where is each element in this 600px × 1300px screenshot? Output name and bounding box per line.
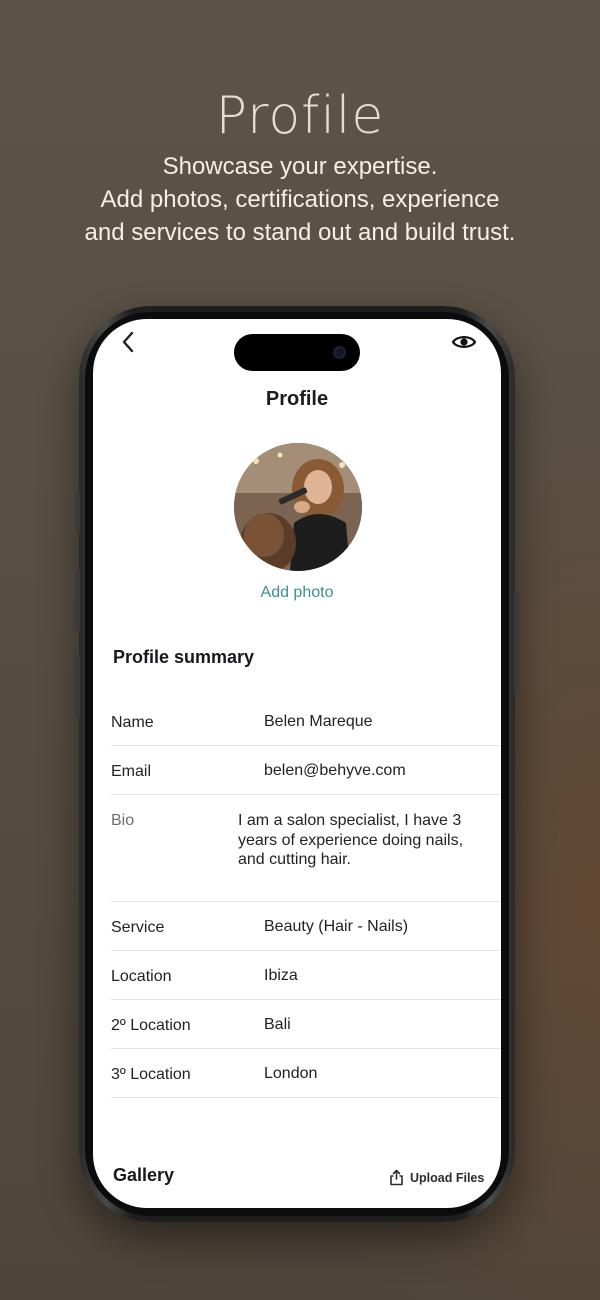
promo-subtitle: Showcase your expertise. Add photos, cer… — [0, 150, 600, 249]
promo-subtitle-line: Showcase your expertise. — [162, 153, 438, 180]
promo-title: Profile — [215, 86, 385, 146]
camera-icon — [333, 346, 346, 359]
field-row-third-location[interactable]: 3º Location London — [111, 1049, 501, 1098]
field-value: I am a salon specialist, I have 3 years … — [238, 812, 464, 868]
app-screen: Profile Add photo Profile summary Name B… — [93, 319, 501, 1208]
field-value: Belen Mareque — [264, 713, 373, 730]
gallery-title: Gallery — [113, 1165, 175, 1185]
profile-avatar[interactable] — [234, 443, 362, 571]
field-label: Location — [111, 968, 172, 985]
phone-volume-down-button — [75, 655, 80, 717]
phone-action-button — [75, 492, 80, 532]
promo-subtitle-line: and services to stand out and build trus… — [84, 219, 516, 246]
page-title: Profile — [265, 388, 329, 410]
profile-summary-list: Name Belen Mareque Email belen@behyve.co… — [111, 697, 501, 1098]
field-label: 2º Location — [111, 1017, 191, 1034]
field-row-name[interactable]: Name Belen Mareque — [111, 697, 501, 746]
field-row-location[interactable]: Location Ibiza — [111, 951, 501, 1000]
field-value: Ibiza — [264, 967, 298, 984]
phone-power-button — [514, 592, 519, 694]
upload-files-button[interactable]: Upload Files — [389, 1169, 484, 1186]
promo-subtitle-line: Add photos, certifications, experience — [100, 186, 500, 213]
field-label: Service — [111, 919, 165, 936]
field-row-bio[interactable]: Bio I am a salon specialist, I have 3 ye… — [111, 795, 501, 902]
field-label: Email — [111, 763, 152, 780]
add-photo-link[interactable]: Add photo — [93, 584, 501, 602]
phone-volume-up-button — [75, 570, 80, 632]
upload-files-label: Upload Files — [410, 1170, 485, 1185]
profile-summary-title: Profile summary — [113, 647, 255, 667]
field-label: Name — [111, 714, 154, 731]
avatar-photo — [234, 443, 362, 571]
field-row-email[interactable]: Email belen@behyve.com — [111, 746, 501, 795]
chevron-left-icon[interactable] — [117, 329, 141, 355]
field-value: London — [264, 1065, 318, 1082]
eye-icon[interactable] — [451, 333, 477, 351]
field-value: Beauty (Hair - Nails) — [264, 918, 409, 935]
field-label: Bio — [111, 812, 135, 829]
field-row-second-location[interactable]: 2º Location Bali — [111, 1000, 501, 1049]
field-value: Bali — [264, 1016, 291, 1033]
field-label: 3º Location — [111, 1066, 191, 1083]
field-value: belen@behyve.com — [264, 762, 406, 779]
field-row-service[interactable]: Service Beauty (Hair - Nails) — [111, 902, 501, 951]
dynamic-island — [234, 334, 360, 371]
share-upload-icon — [390, 1169, 403, 1186]
